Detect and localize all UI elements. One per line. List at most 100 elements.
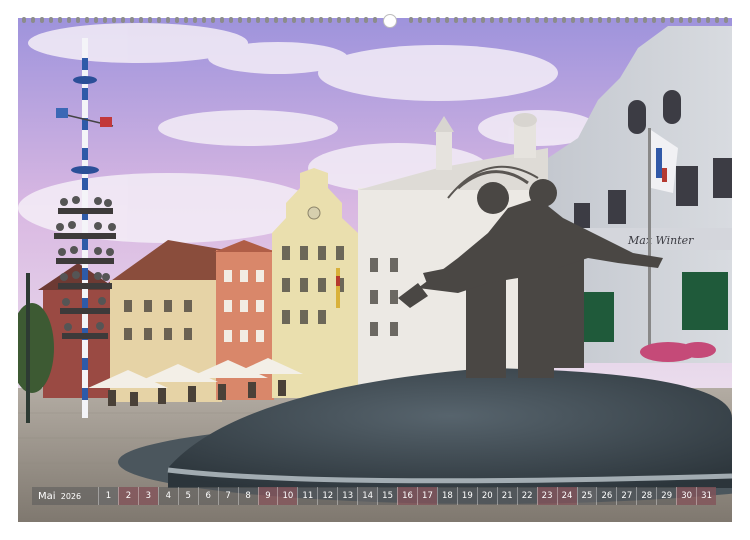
month-year: 2026 — [60, 491, 82, 501]
binding-ring — [517, 17, 521, 23]
day-cell: 29 — [656, 487, 676, 505]
binding-ring — [175, 17, 179, 23]
binding-ring — [706, 17, 710, 23]
binding-ring — [355, 17, 359, 23]
day-cell: 19 — [456, 487, 477, 505]
day-cell: 13 — [337, 487, 357, 505]
binding-ring — [274, 17, 278, 23]
binding-ring — [292, 17, 296, 23]
day-cell: 18 — [436, 487, 457, 505]
day-cells: 1 2 3 4 5 6 7 8 9 10 11 12 13 14 15 16 17 18 19 20 21 22 23 24 2… — [98, 487, 717, 505]
day-cell: 1 — [98, 487, 118, 505]
day-cell: 6 — [197, 487, 218, 505]
binding-ring — [148, 17, 152, 23]
binding-ring — [454, 17, 458, 23]
binding-ring — [328, 17, 332, 23]
hanger-hole — [383, 14, 397, 28]
day-cell: 8 — [237, 487, 258, 505]
binding-ring — [643, 17, 647, 23]
binding-ring — [283, 17, 287, 23]
binding-ring — [94, 17, 98, 23]
binding-ring — [301, 17, 305, 23]
binding-ring — [76, 17, 80, 23]
binding-ring — [193, 17, 197, 23]
day-cell: 31 — [696, 487, 717, 505]
day-cell: 21 — [496, 487, 517, 505]
binding-ring — [112, 17, 116, 23]
binding-ring — [211, 17, 215, 23]
day-cell: 2 — [117, 487, 138, 505]
month-label: Mai 2026 — [32, 491, 98, 502]
calendar-page: Max Winter Mai 2026 1 2 3 4 5 6 7 8 9 10… — [0, 0, 750, 540]
binding-ring — [229, 17, 233, 23]
binding-ring — [22, 17, 26, 23]
binding-ring — [49, 17, 53, 23]
day-cell: 23 — [536, 487, 557, 505]
town-square-scene: Max Winter — [18, 18, 732, 522]
salmon-windows — [224, 270, 264, 342]
binding-ring — [436, 17, 440, 23]
lamp-post — [26, 273, 30, 423]
binding-ring — [409, 17, 413, 23]
day-cell: 14 — [357, 487, 378, 505]
day-cell: 7 — [217, 487, 238, 505]
binding-ring — [670, 17, 674, 23]
binding-ring — [625, 17, 629, 23]
binding-ring — [724, 17, 728, 23]
binding-ring — [103, 17, 107, 23]
binding-ring — [427, 17, 431, 23]
binding-ring — [184, 17, 188, 23]
binding-ring — [31, 17, 35, 23]
binding-ring — [634, 17, 638, 23]
binding-ring — [373, 17, 377, 23]
binding-ring — [67, 17, 71, 23]
day-cell: 17 — [417, 487, 437, 505]
day-cell: 3 — [137, 487, 158, 505]
calendar-month-strip: Mai 2026 1 2 3 4 5 6 7 8 9 10 11 12 13 14 15 16 17 18 19 20… — [32, 487, 717, 505]
month-name: Mai — [38, 490, 56, 502]
shop-sign: Max Winter — [627, 234, 694, 247]
binding-ring — [553, 17, 557, 23]
binding-ring — [58, 17, 62, 23]
day-cell: 9 — [257, 487, 278, 505]
binding-ring — [562, 17, 566, 23]
binding-ring — [679, 17, 683, 23]
day-cell: 12 — [317, 487, 337, 505]
binding-ring — [652, 17, 656, 23]
day-cell: 22 — [516, 487, 537, 505]
binding-ring — [481, 17, 485, 23]
binding-ring — [130, 17, 134, 23]
day-cell: 11 — [297, 487, 317, 505]
binding-ring — [247, 17, 251, 23]
binding-ring — [571, 17, 575, 23]
binding-ring — [535, 17, 539, 23]
binding-ring — [166, 17, 170, 23]
binding-ring — [310, 17, 314, 23]
binding-ring — [445, 17, 449, 23]
binding-ring — [85, 17, 89, 23]
day-cell: 27 — [616, 487, 636, 505]
day-cell: 15 — [377, 487, 397, 505]
binding-ring — [607, 17, 611, 23]
binding-ring — [463, 17, 467, 23]
day-cell: 28 — [636, 487, 656, 505]
binding-ring — [265, 17, 269, 23]
binding-ring — [616, 17, 620, 23]
binding-ring — [526, 17, 530, 23]
binding-ring — [364, 17, 368, 23]
binding-ring — [544, 17, 548, 23]
binding-ring — [139, 17, 143, 23]
binding-ring — [238, 17, 242, 23]
binding-ring — [697, 17, 701, 23]
day-cell: 5 — [177, 487, 198, 505]
binding-ring — [40, 17, 44, 23]
day-cell: 30 — [676, 487, 697, 505]
spiral-binding — [18, 14, 732, 28]
binding-ring — [499, 17, 503, 23]
binding-ring — [319, 17, 323, 23]
binding-ring — [589, 17, 593, 23]
binding-ring — [337, 17, 341, 23]
binding-ring — [490, 17, 494, 23]
day-cell: 24 — [556, 487, 577, 505]
day-cell: 4 — [157, 487, 178, 505]
